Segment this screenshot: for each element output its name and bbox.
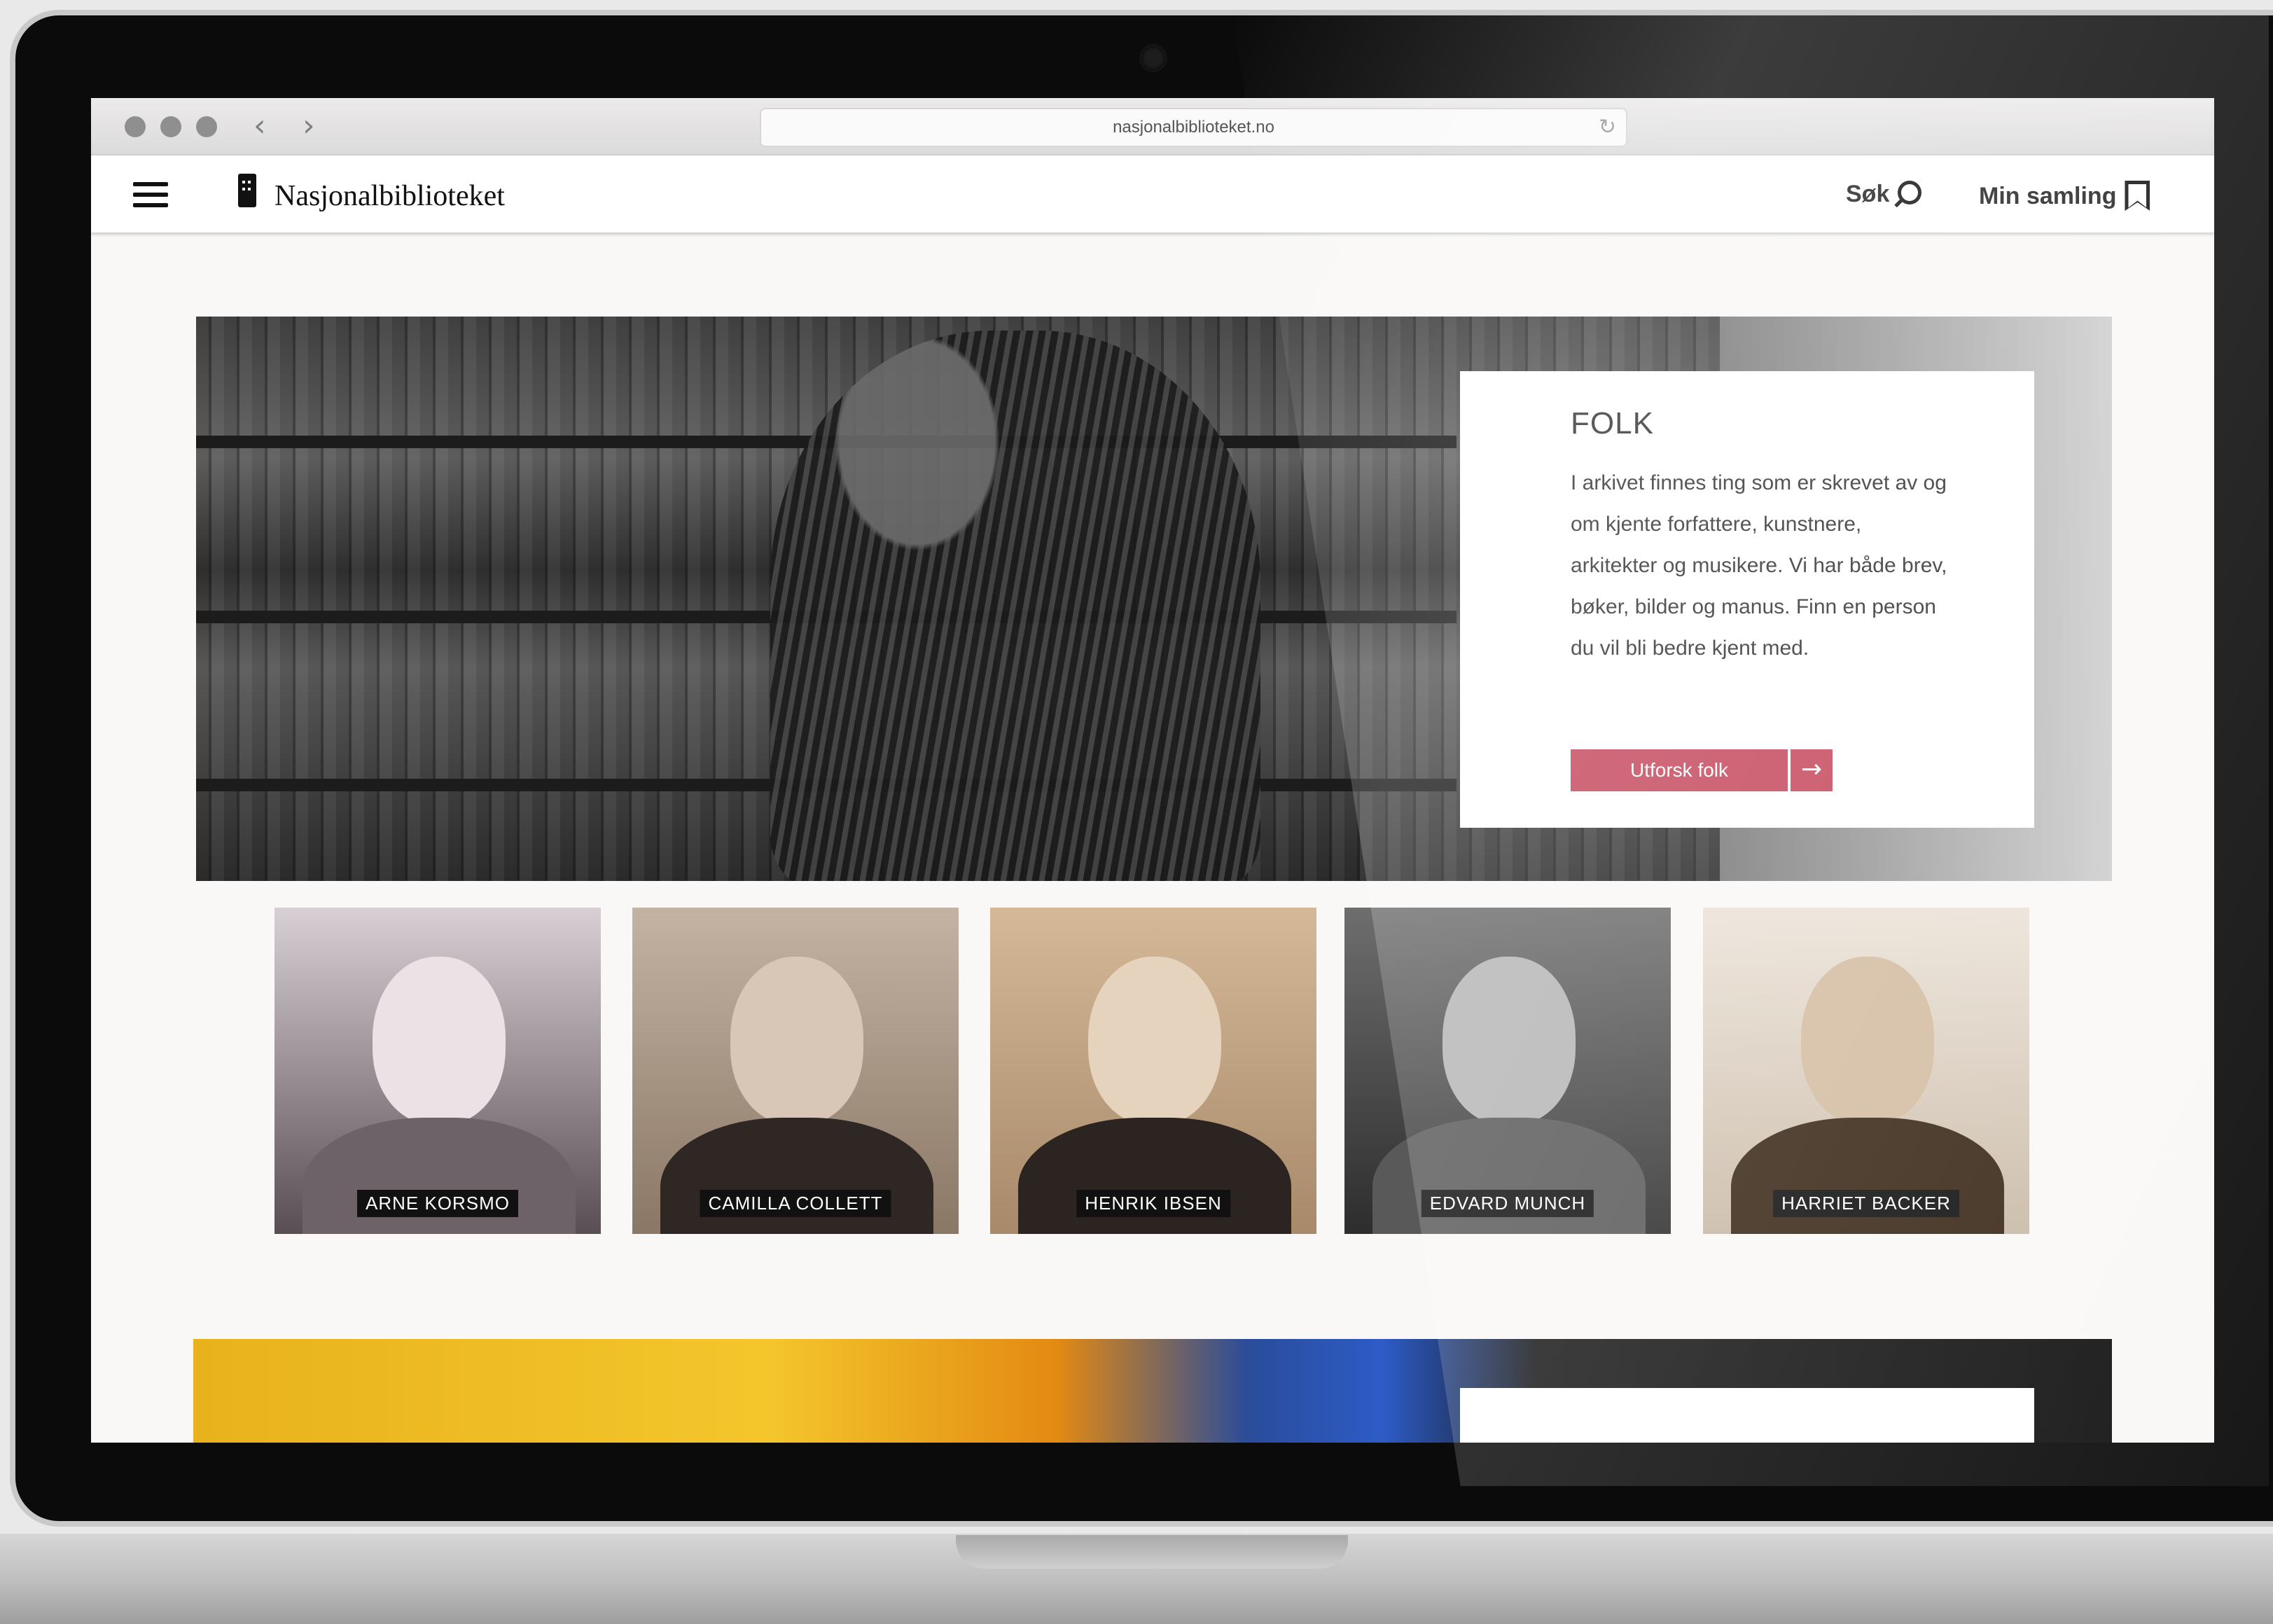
menu-icon[interactable]: [133, 182, 168, 207]
chevron-left-icon[interactable]: ‹: [253, 108, 266, 144]
search-label: Søk: [1846, 181, 1890, 207]
browser-window: ‹ › nasjonalbiblioteket.no ↻ Nasjonalbib…: [91, 98, 2214, 1443]
portrait-face: [1088, 957, 1221, 1125]
window-zoom-button[interactable]: [196, 116, 217, 137]
portrait-face: [373, 957, 506, 1125]
portrait-card[interactable]: CAMILLA COLLETT: [632, 908, 959, 1234]
laptop-notch: [956, 1535, 1348, 1569]
section-description: I arkivet finnes ting som er skrevet av …: [1571, 471, 1947, 660]
address-bar[interactable]: nasjonalbiblioteket.no ↻: [760, 108, 1627, 147]
portrait-label: HENRIK IBSEN: [1076, 1190, 1230, 1217]
library-logo-icon: [238, 174, 256, 207]
portrait-card[interactable]: EDVARD MUNCH: [1344, 908, 1671, 1234]
portrait-card[interactable]: HENRIK IBSEN: [990, 908, 1316, 1234]
my-collection-link[interactable]: Min samling: [1979, 181, 2150, 211]
portrait-card[interactable]: ARNE KORSMO: [274, 908, 601, 1234]
arrow-right-icon[interactable]: →: [1791, 749, 1833, 791]
folk-info-card: FOLK I arkivet finnes ting som er skreve…: [1460, 371, 2034, 828]
portrait-face: [1443, 957, 1576, 1125]
portrait-label: HARRIET BACKER: [1773, 1190, 1959, 1217]
logo-text: Nasjonalbiblioteket: [274, 180, 505, 212]
site-header: Nasjonalbiblioteket Søk Min samling: [91, 155, 2214, 233]
search-icon: [1898, 181, 1922, 204]
url-text: nasjonalbiblioteket.no: [1113, 118, 1274, 137]
collection-label: Min samling: [1979, 183, 2117, 209]
portrait-label: EDVARD MUNCH: [1421, 1190, 1594, 1217]
camera-icon: [1141, 46, 1165, 70]
window-close-button[interactable]: [125, 116, 146, 137]
portrait-face: [1801, 957, 1934, 1125]
portrait-card[interactable]: HARRIET BACKER: [1703, 908, 2029, 1234]
portrait-label: CAMILLA COLLETT: [700, 1190, 891, 1217]
portrait-face: [730, 957, 863, 1125]
reload-icon[interactable]: ↻: [1599, 109, 1616, 146]
portrait-label: ARNE KORSMO: [356, 1190, 519, 1217]
bookmark-icon: [2125, 181, 2150, 211]
next-section-card: [1460, 1388, 2034, 1443]
section-title: FOLK: [1571, 406, 1654, 440]
explore-people-button[interactable]: Utforsk folk: [1571, 749, 1788, 791]
hero-photo-figure: [770, 331, 1260, 881]
browser-toolbar: ‹ › nasjonalbiblioteket.no ↻: [91, 98, 2214, 155]
window-minimize-button[interactable]: [160, 116, 181, 137]
chevron-right-icon[interactable]: ›: [303, 108, 315, 144]
search-link[interactable]: Søk: [1846, 181, 1922, 208]
